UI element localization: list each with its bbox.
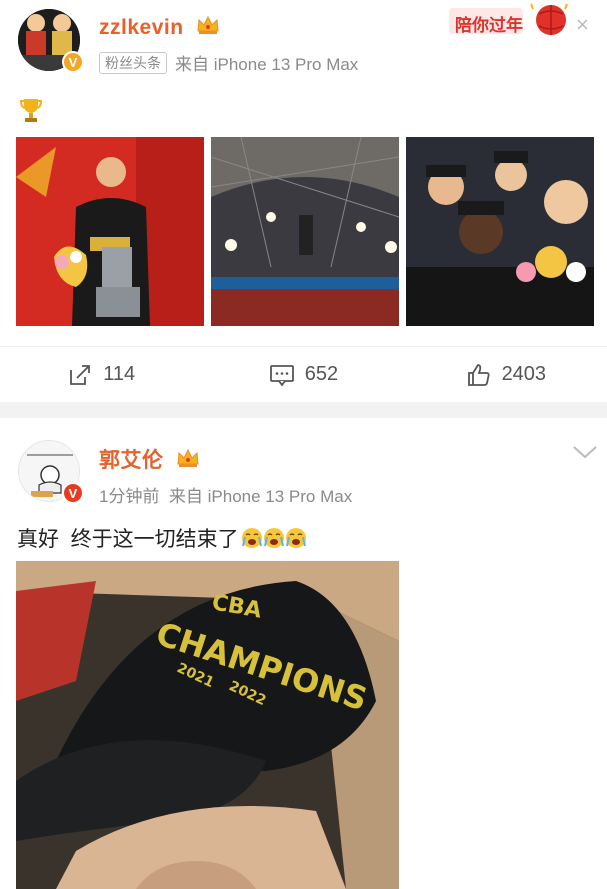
- post-separator: [0, 402, 607, 418]
- crown-icon: [176, 447, 200, 475]
- crown-icon: [196, 14, 220, 42]
- trophy-icon: [19, 97, 43, 123]
- comment-button[interactable]: 652: [202, 347, 404, 402]
- post-meta: 粉丝头条 来自 iPhone 13 Pro Max: [99, 50, 358, 75]
- username-text[interactable]: 郭艾伦: [99, 449, 164, 472]
- comment-icon: [269, 364, 294, 386]
- comment-count: 652: [304, 363, 339, 385]
- new-year-banner[interactable]: 陪你过年: [447, 0, 573, 38]
- thumbs-up-icon: [467, 363, 490, 386]
- image-grid: [16, 137, 594, 326]
- photo-team-selfie[interactable]: [406, 137, 594, 326]
- user-avatar[interactable]: V: [18, 440, 84, 504]
- photo-champions-cap[interactable]: CBA CHAMPIONS 2021 2022: [16, 561, 399, 889]
- username-text[interactable]: zzlkevin: [99, 16, 184, 39]
- repost-icon: [70, 364, 91, 385]
- like-button[interactable]: 2403: [405, 347, 607, 402]
- post-source: 来自 iPhone 13 Pro Max: [175, 55, 359, 74]
- photo-player-trophy[interactable]: [16, 137, 204, 326]
- feed-post-2: V 郭艾伦 1分钟前 来自 iPhone 13 Pro Max 真好 终于这一切…: [0, 418, 607, 889]
- verified-badge-icon: V: [62, 51, 84, 73]
- repost-button[interactable]: 114: [0, 347, 202, 402]
- like-count: 2403: [501, 363, 547, 385]
- username[interactable]: zzlkevin: [99, 14, 220, 42]
- close-icon[interactable]: ×: [576, 14, 596, 36]
- post-time: 1分钟前: [99, 487, 160, 506]
- crying-emoji-icon: [241, 526, 307, 550]
- post-text: 真好 终于这一切结束了: [17, 523, 307, 553]
- photo-arena[interactable]: [211, 137, 399, 326]
- user-avatar[interactable]: V: [18, 9, 84, 73]
- repost-count: 114: [103, 363, 136, 385]
- post-source: 来自 iPhone 13 Pro Max: [168, 487, 353, 506]
- post-meta: 1分钟前 来自 iPhone 13 Pro Max: [99, 482, 352, 507]
- feed-post-1: V zzlkevin 粉丝头条 来自 iPhone 13 Pro Max 陪你过年…: [0, 0, 607, 402]
- action-bar: 114 652 2403: [0, 346, 607, 402]
- post-text-content: 真好 终于这一切结束了: [17, 528, 239, 551]
- username[interactable]: 郭艾伦: [99, 444, 200, 475]
- verified-badge-icon: V: [62, 482, 84, 504]
- fans-headline-tag: 粉丝头条: [99, 52, 167, 74]
- banner-text: 陪你过年: [455, 16, 523, 35]
- chevron-down-icon[interactable]: [572, 444, 598, 465]
